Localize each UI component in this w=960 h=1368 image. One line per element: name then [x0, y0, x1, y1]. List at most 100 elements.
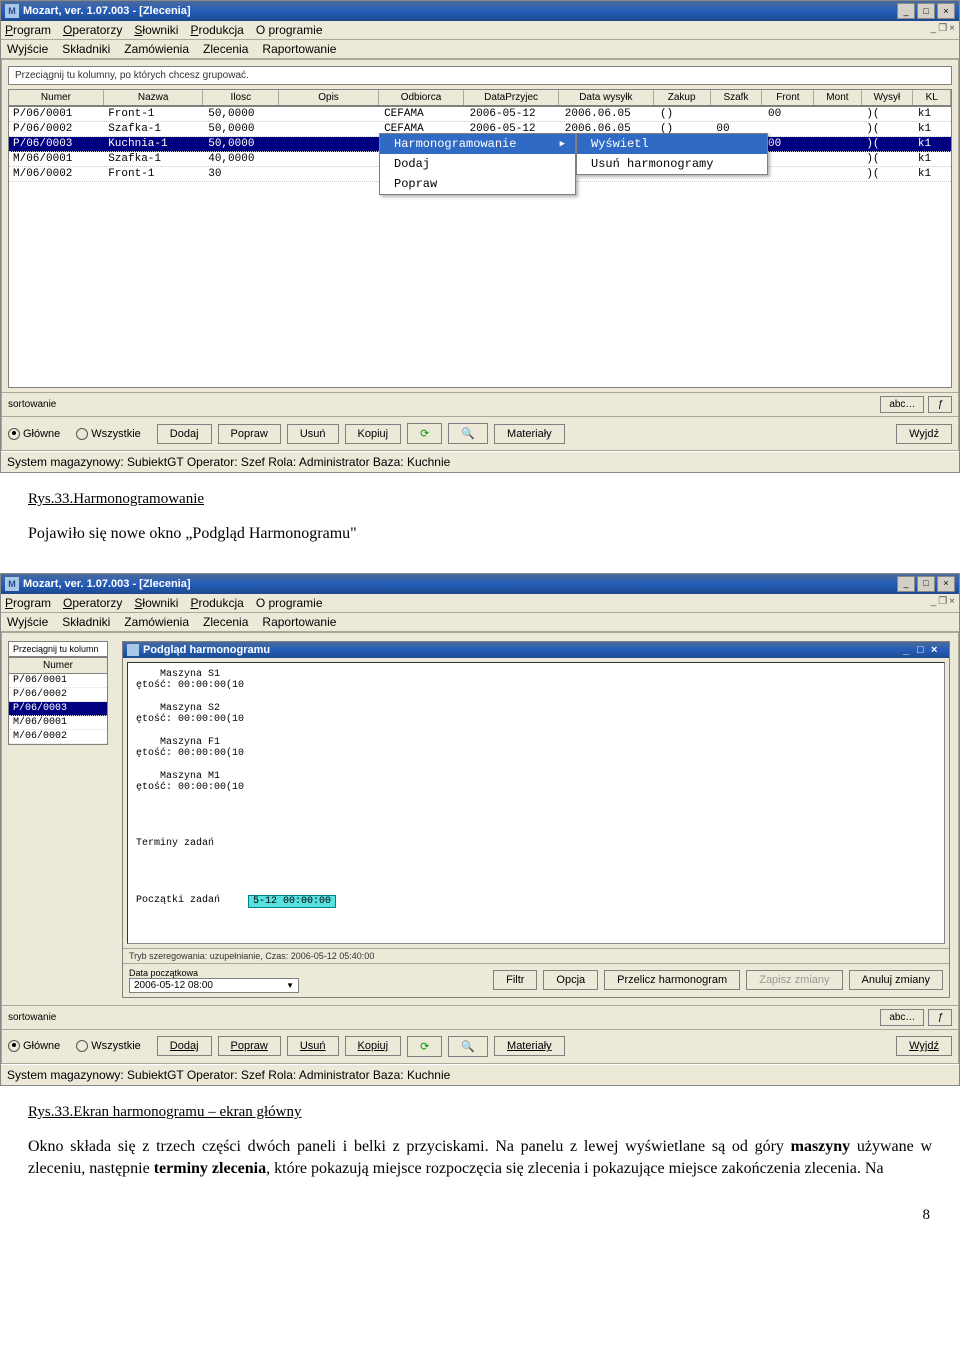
- context-menu-item[interactable]: Usuń harmonogramy: [577, 154, 767, 174]
- btn-wyjdz[interactable]: Wyjdź: [896, 1036, 952, 1056]
- submenu-zamowienia[interactable]: Zamówienia: [124, 42, 189, 56]
- minimize-button[interactable]: _: [897, 3, 915, 19]
- status-text: System magazynowy: SubiektGT Operator: S…: [7, 455, 450, 469]
- menu-program[interactable]: Program: [5, 596, 51, 610]
- btn-popraw[interactable]: Popraw: [218, 424, 281, 444]
- context-menu-item[interactable]: Harmonogramowanie▶: [380, 134, 575, 154]
- btn-materialy[interactable]: Materiały: [494, 424, 565, 444]
- btn-kopiuj[interactable]: Kopiuj: [345, 424, 402, 444]
- col-header[interactable]: Front: [762, 90, 814, 105]
- menu-o-programie[interactable]: O programie: [256, 596, 323, 610]
- mdi-minimize-icon[interactable]: _: [931, 23, 937, 37]
- btn-popraw[interactable]: Popraw: [218, 1036, 281, 1056]
- menu-o-programie[interactable]: O programie: [256, 23, 323, 37]
- mdi-restore-icon[interactable]: ❐: [938, 596, 947, 610]
- abc-button[interactable]: abc…: [880, 1009, 924, 1026]
- table-cell: 00: [764, 138, 816, 150]
- grid-body[interactable]: P/06/0001Front-150,0000CEFAMA2006-05-122…: [8, 107, 952, 388]
- menu-produkcja[interactable]: Produkcja: [190, 596, 243, 610]
- table-row[interactable]: P/06/0001Front-150,0000CEFAMA2006-05-122…: [9, 107, 951, 122]
- col-header[interactable]: Data wysyłk: [559, 90, 654, 105]
- col-header[interactable]: Ilosc: [203, 90, 279, 105]
- menu-slowniki[interactable]: Słowniki: [134, 23, 178, 37]
- gantt-canvas[interactable]: 5-12 00:00:00 Maszyna S1ętość: 00:00:00(…: [127, 662, 945, 944]
- context-menu-main: Harmonogramowanie▶DodajPopraw: [379, 133, 576, 195]
- context-menu-item[interactable]: Dodaj: [380, 154, 575, 174]
- inner-close-button[interactable]: ×: [931, 644, 945, 656]
- submenu-raportowanie[interactable]: Raportowanie: [262, 42, 336, 56]
- table-cell: k1: [914, 138, 951, 150]
- submenu-zlecenia[interactable]: Zlecenia: [203, 42, 248, 56]
- btn-filtr[interactable]: Filtr: [493, 970, 537, 990]
- list-item[interactable]: P/06/0001: [9, 674, 107, 688]
- mdi-minimize-icon[interactable]: _: [931, 596, 937, 610]
- close-button[interactable]: ×: [937, 576, 955, 592]
- btn-opcja[interactable]: Opcja: [543, 970, 598, 990]
- submenu-zamowienia[interactable]: Zamówienia: [124, 615, 189, 629]
- group-hint-2[interactable]: Przeciągnij tu kolumn: [8, 641, 108, 657]
- mdi-close-icon[interactable]: ×: [949, 23, 955, 37]
- menu-produkcja[interactable]: Produkcja: [190, 23, 243, 37]
- submenu-zlecenia[interactable]: Zlecenia: [203, 615, 248, 629]
- col-header[interactable]: Mont: [814, 90, 861, 105]
- refresh-icon[interactable]: ⟳: [407, 423, 442, 444]
- table-cell: )(: [862, 123, 914, 135]
- menu-program[interactable]: Program: [5, 23, 51, 37]
- col-header[interactable]: Opis: [279, 90, 379, 105]
- list-item[interactable]: M/06/0001: [9, 716, 107, 730]
- col-header[interactable]: Wysył: [862, 90, 914, 105]
- col-header[interactable]: DataPrzyjec: [464, 90, 559, 105]
- btn-materialy[interactable]: Materiały: [494, 1036, 565, 1056]
- btn-usun[interactable]: Usuń: [287, 424, 339, 444]
- func-button[interactable]: ƒ: [928, 1009, 952, 1026]
- menu-slowniki[interactable]: Słowniki: [134, 596, 178, 610]
- btn-usun[interactable]: Usuń: [287, 1036, 339, 1056]
- col-header[interactable]: Nazwa: [104, 90, 204, 105]
- col-header[interactable]: Szafk: [711, 90, 763, 105]
- col-header[interactable]: Numer: [9, 90, 104, 105]
- refresh-icon[interactable]: ⟳: [407, 1036, 442, 1057]
- context-menu-item[interactable]: Popraw: [380, 174, 575, 194]
- list-item[interactable]: M/06/0002: [9, 730, 107, 744]
- submenu-wyjscie[interactable]: Wyjście: [7, 615, 48, 629]
- maximize-button[interactable]: □: [917, 3, 935, 19]
- mdi-restore-icon[interactable]: ❐: [938, 23, 947, 37]
- btn-dodaj[interactable]: Dodaj: [157, 424, 212, 444]
- inner-minimize-button[interactable]: _: [903, 644, 917, 656]
- submenu-wyjscie[interactable]: Wyjście: [7, 42, 48, 56]
- group-hint[interactable]: Przeciągnij tu kolumny, po których chces…: [8, 66, 952, 85]
- minimize-button[interactable]: _: [897, 576, 915, 592]
- menu-operatorzy[interactable]: Operatorzy: [63, 596, 122, 610]
- submenu-raportowanie[interactable]: Raportowanie: [262, 615, 336, 629]
- btn-anuluj[interactable]: Anuluj zmiany: [849, 970, 943, 990]
- btn-wyjdz[interactable]: Wyjdź: [896, 424, 952, 444]
- date-start-dropdown[interactable]: 2006-05-12 08:00▼: [129, 978, 299, 993]
- context-menu-item[interactable]: Wyświetl: [577, 134, 767, 154]
- submenu-skladniki[interactable]: Składniki: [62, 42, 110, 56]
- close-button[interactable]: ×: [937, 3, 955, 19]
- maximize-button[interactable]: □: [917, 576, 935, 592]
- abc-button[interactable]: abc…: [880, 396, 924, 413]
- preview-icon[interactable]: 🔍: [448, 1036, 488, 1057]
- btn-kopiuj[interactable]: Kopiuj: [345, 1036, 402, 1056]
- list-item[interactable]: P/06/0002: [9, 688, 107, 702]
- col-header[interactable]: Odbiorca: [379, 90, 464, 105]
- submenu-skladniki[interactable]: Składniki: [62, 615, 110, 629]
- col-header[interactable]: KL: [913, 90, 951, 105]
- preview-icon[interactable]: 🔍: [448, 423, 488, 444]
- btn-dodaj[interactable]: Dodaj: [157, 1036, 212, 1056]
- inner-maximize-button[interactable]: □: [917, 644, 931, 656]
- col-header[interactable]: Zakup: [654, 90, 711, 105]
- inner-window-title: Podgląd harmonogramu: [143, 644, 270, 656]
- radio-wszystkie[interactable]: Wszystkie: [76, 1040, 141, 1052]
- list-item[interactable]: P/06/0003: [9, 702, 107, 716]
- menu-operatorzy[interactable]: Operatorzy: [63, 23, 122, 37]
- radio-wszystkie[interactable]: Wszystkie: [76, 428, 141, 440]
- radio-glowne[interactable]: Główne: [8, 428, 60, 440]
- task-start-marker[interactable]: 5-12 00:00:00: [248, 895, 336, 908]
- mdi-close-icon[interactable]: ×: [949, 596, 955, 610]
- radio-glowne[interactable]: Główne: [8, 1040, 60, 1052]
- btn-zapisz[interactable]: Zapisz zmiany: [746, 970, 842, 990]
- btn-przelicz[interactable]: Przelicz harmonogram: [604, 970, 740, 990]
- func-button[interactable]: ƒ: [928, 396, 952, 413]
